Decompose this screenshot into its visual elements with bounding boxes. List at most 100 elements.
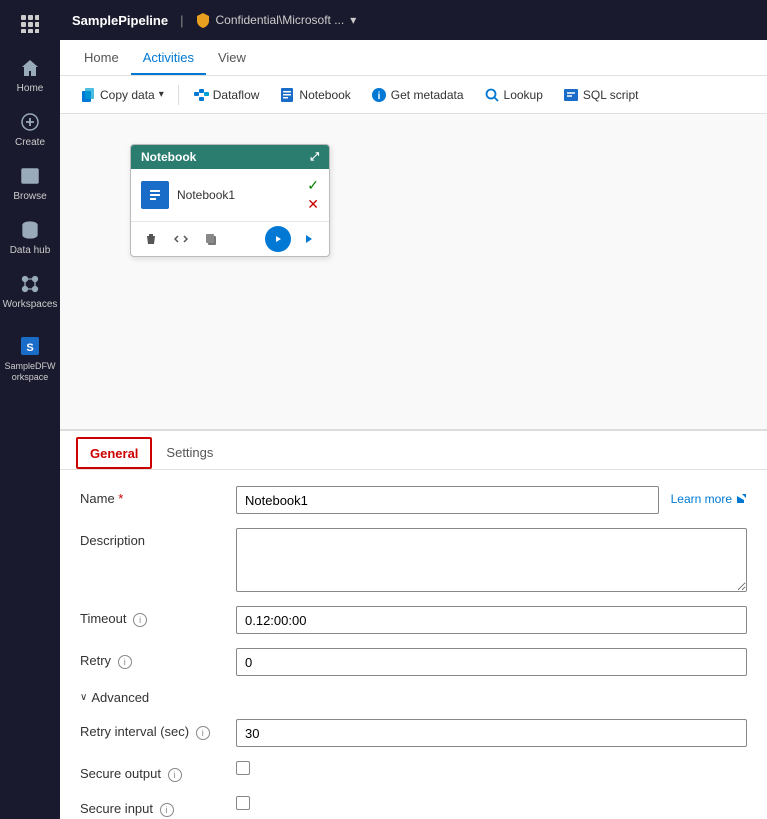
browse-icon <box>18 164 42 188</box>
panel-tabs: General Settings <box>60 431 767 470</box>
workspace-name: Confidential\Microsoft ... <box>215 13 344 27</box>
sidebar-item-datahub[interactable]: Data hub <box>0 210 60 264</box>
sidebar-item-label: Create <box>15 137 45 148</box>
sidebar-item-label: SampleDFWorkspace <box>4 361 55 383</box>
expand-icon[interactable]: ⤢ <box>310 151 319 164</box>
toolbar: Copy data ▾ Dataflow Notebook <box>60 76 767 114</box>
dropdown-chevron[interactable]: ▾ <box>159 89 164 100</box>
activity-card-body: Notebook1 ✓ ✕ <box>131 169 329 221</box>
sidebar-item-create[interactable]: Create <box>0 102 60 156</box>
lookup-button[interactable]: Lookup <box>476 83 551 107</box>
notebook-button[interactable]: Notebook <box>271 83 358 107</box>
activity-badges: ✓ ✕ <box>307 177 319 213</box>
metadata-icon: i <box>371 87 387 103</box>
secure-input-row: Secure input i <box>80 796 747 817</box>
sidebar-item-label: Browse <box>13 191 46 202</box>
form-area: Name Learn more Description <box>60 470 767 819</box>
topbar: SamplePipeline | Confidential\Microsoft … <box>60 0 767 40</box>
home-icon <box>18 56 42 80</box>
workspace-icon: S <box>18 334 42 358</box>
secure-input-label: Secure input i <box>80 796 220 817</box>
copy-data-button[interactable]: Copy data ▾ <box>72 83 172 107</box>
apps-icon[interactable] <box>14 8 46 40</box>
secure-input-checkbox[interactable] <box>236 796 250 810</box>
description-label: Description <box>80 528 220 548</box>
shield-icon <box>195 12 211 28</box>
activity-card-title: Notebook <box>141 150 196 164</box>
timeout-input[interactable] <box>236 606 747 634</box>
timeout-label: Timeout i <box>80 606 220 627</box>
delete-action-button[interactable] <box>139 227 163 251</box>
retry-info-icon[interactable]: i <box>118 655 132 669</box>
topbar-divider: | <box>180 13 183 28</box>
secure-output-row: Secure output i <box>80 761 747 782</box>
secure-input-info-icon[interactable]: i <box>160 803 174 817</box>
canvas-area[interactable]: Notebook ⤢ Notebook1 ✓ ✕ <box>60 114 767 429</box>
activity-card-name: Notebook1 <box>177 188 299 202</box>
sidebar-item-workspaces[interactable]: Workspaces <box>0 264 60 318</box>
retry-interval-info-icon[interactable]: i <box>196 726 210 740</box>
retry-row: Retry i <box>80 648 747 676</box>
tab-activities[interactable]: Activities <box>131 42 206 75</box>
activity-card: Notebook ⤢ Notebook1 ✓ ✕ <box>130 144 330 257</box>
bottom-panel: General Settings Name Learn more <box>60 429 767 819</box>
check-badge: ✓ <box>307 177 319 194</box>
timeout-row: Timeout i <box>80 606 747 634</box>
workspaces-icon <box>18 272 42 296</box>
sidebar-item-home[interactable]: Home <box>0 48 60 102</box>
toolbar-divider-1 <box>178 85 179 105</box>
copy-action-button[interactable] <box>199 227 223 251</box>
x-badge: ✕ <box>307 196 319 213</box>
advanced-toggle[interactable]: ∨ Advanced <box>80 690 747 705</box>
timeout-info-icon[interactable]: i <box>133 613 147 627</box>
sidebar: Home Create Browse <box>0 0 60 819</box>
sidebar-item-sampleworkspace[interactable]: S SampleDFWorkspace <box>0 326 60 391</box>
next-action-button[interactable] <box>297 227 321 251</box>
run-action-button[interactable] <box>265 226 291 252</box>
chevron-down-icon: ∨ <box>80 692 87 703</box>
datahub-icon <box>18 218 42 242</box>
retry-interval-row: Retry interval (sec) i <box>80 719 747 747</box>
pipeline-title: SamplePipeline <box>72 13 168 28</box>
name-row: Name Learn more <box>80 486 747 514</box>
create-icon <box>18 110 42 134</box>
tab-general[interactable]: General <box>76 437 152 469</box>
workspace-info: Confidential\Microsoft ... ▾ <box>195 12 356 28</box>
svg-text:S: S <box>26 342 33 354</box>
activity-card-header: Notebook ⤢ <box>131 145 329 169</box>
sidebar-item-label: Data hub <box>10 245 51 256</box>
tab-settings[interactable]: Settings <box>152 437 227 470</box>
learn-more-link[interactable]: Learn more <box>671 486 747 506</box>
description-input[interactable] <box>236 528 747 592</box>
metadata-button[interactable]: i Get metadata <box>363 83 472 107</box>
secure-output-checkbox[interactable] <box>236 761 250 775</box>
name-label: Name <box>80 486 220 506</box>
copy-data-icon <box>80 87 96 103</box>
retry-label: Retry i <box>80 648 220 669</box>
sidebar-item-label: Home <box>17 83 44 94</box>
sidebar-item-browse[interactable]: Browse <box>0 156 60 210</box>
external-link-icon <box>735 493 747 505</box>
main-content: SamplePipeline | Confidential\Microsoft … <box>60 0 767 819</box>
notebook-icon <box>279 87 295 103</box>
activity-card-actions <box>131 221 329 256</box>
chevron-down-icon[interactable]: ▾ <box>350 13 356 27</box>
name-input[interactable] <box>236 486 659 514</box>
nav-tabs: Home Activities View <box>60 40 767 76</box>
tab-view[interactable]: View <box>206 42 258 75</box>
lookup-icon <box>484 87 500 103</box>
sidebar-item-label: Workspaces <box>3 299 58 310</box>
secure-output-label: Secure output i <box>80 761 220 782</box>
sql-icon <box>563 87 579 103</box>
dataflow-button[interactable]: Dataflow <box>185 83 268 107</box>
svg-text:i: i <box>377 91 380 102</box>
retry-input[interactable] <box>236 648 747 676</box>
sql-script-button[interactable]: SQL script <box>555 83 647 107</box>
retry-interval-label: Retry interval (sec) i <box>80 719 220 740</box>
dataflow-icon <box>193 87 209 103</box>
activity-card-notebook-icon <box>141 181 169 209</box>
code-action-button[interactable] <box>169 227 193 251</box>
retry-interval-input[interactable] <box>236 719 747 747</box>
tab-home[interactable]: Home <box>72 42 131 75</box>
secure-output-info-icon[interactable]: i <box>168 768 182 782</box>
